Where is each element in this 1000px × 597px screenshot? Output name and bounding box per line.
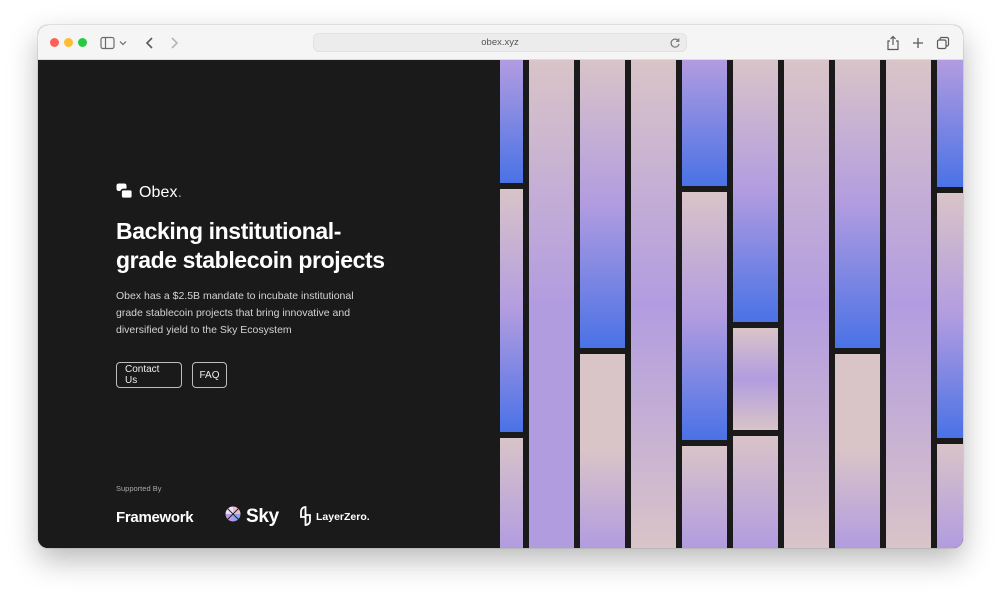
stripe-column [886,60,931,548]
stripe-cell [682,192,727,440]
page-content: Obex. Backing institutional-grade stable… [38,60,963,548]
framework-logo[interactable]: Framework [116,506,194,528]
logo-text: Obex [139,184,178,201]
address-url: obex.xyz [481,37,519,48]
faq-button[interactable]: FAQ [192,362,227,388]
framework-logo-text: Framework [116,508,194,526]
logo-suffix: . [177,184,183,201]
browser-toolbar: obex.xyz [38,25,963,60]
minimize-window-button[interactable] [64,38,73,47]
hero-description: Obex has a $2.5B mandate to incubate ins… [116,290,354,336]
layerzero-logo[interactable]: LayerZero. [300,505,370,529]
stripe-cell [937,193,963,438]
close-window-button[interactable] [50,38,59,47]
stripe-column [682,60,727,548]
stripe-cell [835,60,880,348]
stripe-cell [733,328,778,430]
stripe-column [500,60,523,548]
chevron-left-icon[interactable] [140,33,160,52]
stripe-cell [631,60,676,548]
stripe-cell [937,444,963,548]
stripe-cell [500,60,523,183]
hero-headline: Backing institutional-grade stablecoin p… [116,218,385,273]
zoom-window-button[interactable] [78,38,87,47]
sky-logo-text: Sky [246,506,279,527]
address-bar[interactable]: obex.xyz [313,33,687,52]
plus-icon[interactable] [909,33,927,52]
stripe-cell [580,354,625,548]
hero-panel: Obex. Backing institutional-grade stable… [38,60,500,548]
stripe-column [937,60,963,548]
stripe-column [529,60,574,548]
contact-us-button[interactable]: Contact Us [116,362,182,388]
supported-by-label: Supported By [116,484,162,493]
stripe-cell [682,446,727,548]
stripe-cell [784,60,829,548]
browser-window: obex.xyz Obex. Backing institutional-gra… [38,25,963,548]
chevron-right-icon[interactable] [164,33,184,52]
layerzero-logo-text: LayerZero. [316,511,370,523]
layerzero-logo-icon [300,505,311,529]
stripe-column [580,60,625,548]
obex-logo-icon [116,183,134,204]
stripe-cell [835,354,880,548]
stripe-cell [682,60,727,186]
sky-logo[interactable]: Sky [225,506,279,528]
stripe-column [784,60,829,548]
sidebar-icon[interactable] [100,33,130,52]
stripe-cell [733,436,778,548]
stripe-cell [500,438,523,548]
stripe-column [835,60,880,548]
stripe-cell [937,60,963,187]
stripe-cell [733,60,778,322]
sky-logo-icon [225,506,241,528]
obex-logo[interactable]: Obex. [116,183,183,204]
tabs-icon[interactable] [934,33,952,52]
stripe-cell [886,60,931,548]
decorative-stripes [500,60,963,548]
stripe-cell [580,60,625,348]
stripe-cell [500,189,523,432]
stripe-cell [529,60,574,548]
share-icon[interactable] [884,33,902,52]
stripe-column [733,60,778,548]
reload-icon[interactable] [669,37,681,49]
stripe-column [631,60,676,548]
